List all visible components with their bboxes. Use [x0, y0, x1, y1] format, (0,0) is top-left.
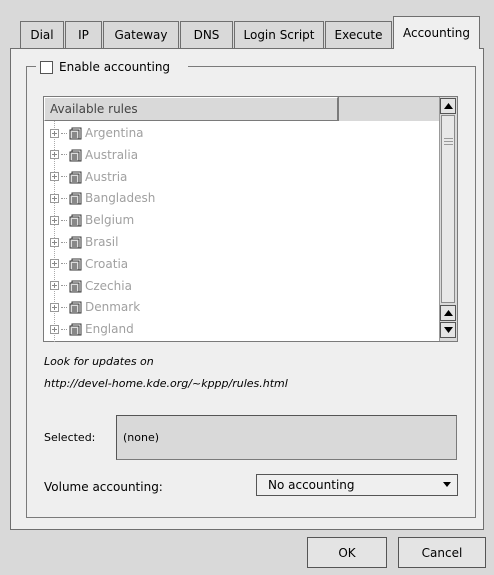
rules-list-header[interactable]: Available rules: [44, 97, 338, 121]
rules-list-header-filler: [338, 97, 439, 121]
list-item[interactable]: Brasil: [50, 231, 118, 253]
rule-name: Bangladesh: [85, 191, 156, 206]
list-item[interactable]: Belgium: [50, 209, 134, 231]
document-icon: [69, 236, 82, 249]
rule-name: Brasil: [85, 235, 119, 249]
selected-rule-display: (none): [116, 415, 457, 460]
list-item[interactable]: Czechia: [50, 275, 132, 297]
arrow-up-icon: [443, 310, 453, 316]
tab-execute[interactable]: Execute: [325, 21, 392, 48]
rule-name: Australia: [85, 147, 139, 162]
plus-expander-icon[interactable]: [50, 215, 59, 225]
document-icon: [69, 301, 82, 314]
dropdown-arrow-icon: [443, 482, 451, 487]
document-icon: [69, 280, 82, 293]
document-icon: [69, 258, 82, 271]
list-item[interactable]: England: [50, 318, 134, 340]
plus-expander-icon[interactable]: [50, 172, 59, 182]
tab-dns[interactable]: DNS: [180, 21, 233, 48]
scroll-down-button[interactable]: [440, 322, 456, 338]
scroll-up-top-button[interactable]: [440, 98, 456, 114]
document-icon: [69, 323, 82, 336]
plus-expander-icon[interactable]: [50, 193, 59, 203]
updates-info-url: http://devel-home.kde.org/~kppp/rules.ht…: [44, 377, 288, 390]
arrow-down-icon: [443, 327, 453, 333]
scroll-up-button[interactable]: [440, 305, 456, 321]
rule-name: Croatia: [85, 256, 129, 271]
document-icon: [69, 171, 82, 184]
rule-name: Denmark: [85, 300, 141, 315]
plus-expander-icon[interactable]: [50, 324, 59, 334]
list-item[interactable]: Argentina: [50, 122, 144, 144]
rule-name: Argentina: [85, 126, 144, 140]
list-item[interactable]: Croatia: [50, 253, 128, 275]
plus-expander-icon[interactable]: [50, 150, 59, 160]
list-item[interactable]: Austria: [50, 166, 127, 188]
document-icon: [69, 149, 82, 162]
list-item[interactable]: Australia: [50, 144, 138, 166]
enable-accounting-checkbox[interactable]: Enable accounting: [36, 59, 177, 75]
plus-expander-icon[interactable]: [50, 281, 59, 291]
selected-label: Selected:: [44, 431, 96, 444]
document-icon: [69, 127, 82, 140]
arrow-up-icon: [443, 103, 453, 109]
enable-accounting-label: Enable accounting: [59, 60, 171, 74]
plus-expander-icon[interactable]: [50, 259, 59, 269]
tab-dial[interactable]: Dial: [20, 21, 64, 48]
scrollbar-thumb[interactable]: [441, 115, 455, 303]
tab-accounting[interactable]: Accounting: [393, 16, 480, 49]
tab-ip[interactable]: IP: [65, 21, 102, 48]
plus-expander-icon[interactable]: [50, 302, 59, 312]
document-icon: [69, 214, 82, 227]
plus-expander-icon[interactable]: [50, 128, 59, 138]
list-item[interactable]: Bangladesh: [50, 187, 155, 209]
tab-login-script[interactable]: Login Script: [234, 21, 324, 48]
checkbox-box[interactable]: [40, 60, 53, 74]
volume-accounting-select[interactable]: No accounting: [256, 474, 458, 496]
rule-name: Czechia: [85, 278, 132, 293]
document-icon: [69, 192, 82, 205]
ok-button[interactable]: OK: [307, 537, 387, 568]
rule-name: Belgium: [85, 213, 135, 228]
cancel-button[interactable]: Cancel: [398, 537, 486, 568]
updates-info-line1: Look for updates on: [44, 355, 154, 368]
rule-name: England: [85, 322, 134, 337]
list-item[interactable]: Denmark: [50, 296, 140, 318]
volume-accounting-label: Volume accounting:: [44, 480, 163, 494]
rule-name: Austria: [85, 169, 128, 184]
tab-gateway[interactable]: Gateway: [103, 21, 179, 48]
plus-expander-icon[interactable]: [50, 237, 59, 247]
